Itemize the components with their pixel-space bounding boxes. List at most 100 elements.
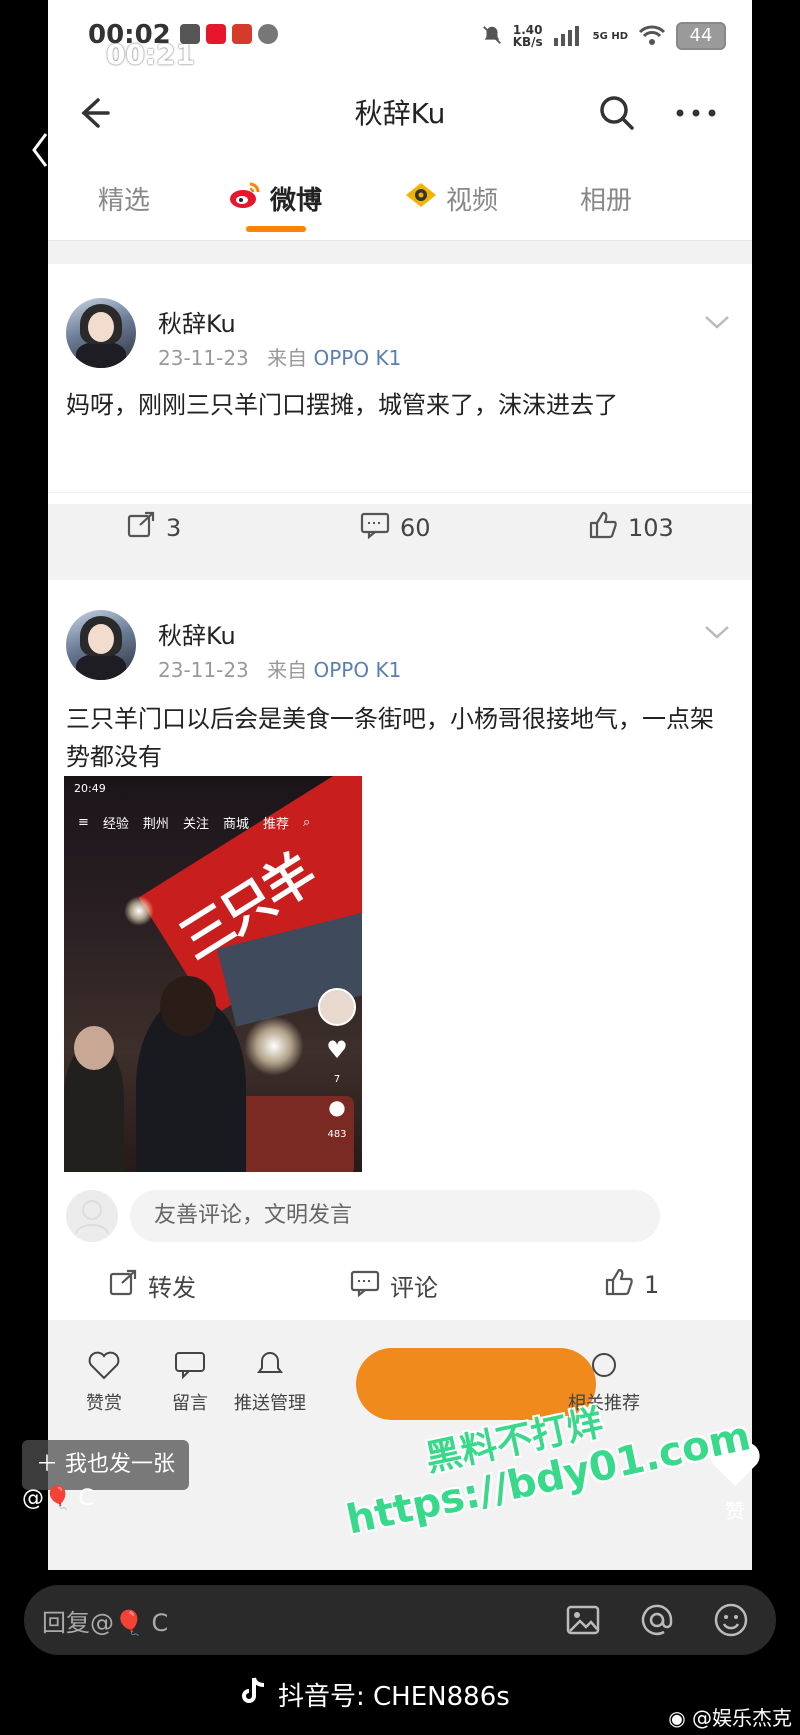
tiktok-id-text: 抖音号: CHEN886s xyxy=(278,1682,510,1712)
emoji-icon[interactable] xyxy=(712,1601,750,1639)
search-icon[interactable] xyxy=(592,88,642,138)
image-icon[interactable] xyxy=(564,1601,602,1639)
owl-icon xyxy=(258,24,278,44)
weibo-logo-icon xyxy=(228,180,262,217)
post-card[interactable]: 秋辞Ku 23-11-23 来自 OPPO K1 三只羊门口以后会是美食一条街吧… xyxy=(48,580,752,1320)
avatar[interactable] xyxy=(66,610,136,680)
weibo-logo-icon: ◉ xyxy=(668,1706,686,1730)
post-date: 23-11-23 xyxy=(158,658,249,682)
video-like-count: 7 xyxy=(333,1074,341,1085)
message-button[interactable]: 留言 xyxy=(172,1350,208,1415)
heart-icon: ♥ xyxy=(326,1036,348,1064)
video-side-actions: ♥ 7 ● 483 xyxy=(318,988,356,1140)
video-tab-icon xyxy=(404,180,438,217)
reply-bar: 回复@🎈 C xyxy=(24,1585,776,1655)
post-text: 三只羊门口以后会是美食一条街吧，小杨哥很接地气，一点架势都没有 xyxy=(66,705,714,771)
reward-label: 赞赏 xyxy=(86,1393,122,1414)
avatar[interactable] xyxy=(66,298,136,368)
thumbs-up-icon xyxy=(588,511,618,545)
post-username[interactable]: 秋辞Ku xyxy=(158,304,236,339)
comment-input[interactable]: 友善评论，文明发言 xyxy=(130,1190,660,1242)
comment-button[interactable]: 评论 xyxy=(350,1268,438,1303)
weibo-notification-icon xyxy=(206,24,226,44)
video-thumbnail[interactable]: 20:49 三只羊 ≡ 经验 荆州 关注 商城 推荐 ⌕ ♥ 7 ● 483 xyxy=(64,776,362,1172)
post-from-label: 来自 xyxy=(267,658,308,682)
message-label: 留言 xyxy=(172,1393,208,1414)
video-nav-item: 经验 xyxy=(102,816,129,832)
post-source[interactable]: OPPO K1 xyxy=(314,346,402,370)
like-count: 1 xyxy=(644,1271,660,1299)
bell-icon xyxy=(253,1350,287,1385)
repost-button[interactable]: 3 xyxy=(126,511,181,545)
repost-label: 转发 xyxy=(148,1274,196,1302)
video-app-nav: ≡ 经验 荆州 关注 商城 推荐 ⌕ xyxy=(64,808,362,836)
shop-light xyxy=(244,1016,304,1076)
post-date: 23-11-23 xyxy=(158,346,249,370)
repost-icon xyxy=(108,1269,138,1303)
tiktok-logo-icon xyxy=(240,1676,268,1713)
menu-icon: ≡ xyxy=(78,814,89,830)
avatar xyxy=(66,1190,118,1242)
video-creator-avatar xyxy=(318,988,356,1026)
post-photo-button[interactable]: ＋ 我也发一张 xyxy=(22,1440,190,1490)
tab-weibo-label: 微博 xyxy=(270,186,323,216)
push-settings-button[interactable]: 推送管理 xyxy=(234,1350,306,1415)
tab-album[interactable]: 相册 xyxy=(580,180,632,217)
comment-composer: 友善评论，文明发言 xyxy=(48,1180,752,1250)
chevron-down-icon[interactable] xyxy=(702,312,732,332)
push-settings-label: 推送管理 xyxy=(234,1393,306,1414)
status-bar: 00:02 1.40 KB/s 5G HD 44 00:21 xyxy=(48,0,752,71)
signal-icon xyxy=(553,24,583,49)
thumbs-up-icon xyxy=(604,1268,634,1302)
comment-button[interactable]: 60 xyxy=(360,511,431,545)
tab-featured-label: 精选 xyxy=(98,186,151,216)
wifi-icon xyxy=(638,24,666,49)
post-actions: 转发 评论 1 xyxy=(48,1250,752,1320)
mute-icon xyxy=(481,24,503,49)
repost-count: 3 xyxy=(166,514,182,542)
reply-input[interactable]: 回复@🎈 C xyxy=(42,1603,168,1638)
comment-count: 60 xyxy=(400,514,431,542)
video-time: 20:49 xyxy=(74,782,106,795)
red-packet-icon xyxy=(232,24,252,44)
more-options-icon[interactable] xyxy=(666,88,726,138)
message-icon xyxy=(173,1350,207,1385)
post-username[interactable]: 秋辞Ku xyxy=(158,616,236,651)
weibo-source-text: @娱乐杰克 xyxy=(692,1706,792,1730)
post-source[interactable]: OPPO K1 xyxy=(314,658,402,682)
repost-button[interactable]: 转发 xyxy=(108,1268,196,1303)
tab-video[interactable]: 视频 xyxy=(404,180,498,217)
post-text: 妈呀，刚刚三只羊门口摆摊，城管来了，沫沫进去了 xyxy=(66,391,618,419)
tiktok-id-watermark: 抖音号: CHEN886s xyxy=(240,1676,510,1713)
net-speed-unit: KB/s xyxy=(512,35,543,49)
post-card[interactable]: 秋辞Ku 23-11-23 来自 OPPO K1 妈呀，刚刚三只羊门口摆摊，城管… xyxy=(48,264,752,542)
reply-target-label: @🎈 C xyxy=(22,1486,94,1511)
post-from-label: 来自 xyxy=(267,346,308,370)
battery-indicator: 44 xyxy=(676,22,726,50)
video-nav-item: 商城 xyxy=(222,816,249,832)
weibo-screen: 00:02 1.40 KB/s 5G HD 44 00:21 秋辞Ku 精选 微… xyxy=(48,0,752,1570)
network-label: 5G HD xyxy=(592,30,628,42)
video-nav-item: 推荐 xyxy=(262,816,289,832)
net-speed: 1.40 KB/s xyxy=(513,24,543,48)
street-light xyxy=(124,896,154,926)
search-icon: ⌕ xyxy=(302,814,311,830)
edge-back-chevron-icon[interactable] xyxy=(30,130,50,170)
like-button[interactable]: 103 xyxy=(588,511,674,545)
overlay-status-time: 00:21 xyxy=(106,38,196,71)
tab-weibo[interactable]: 微博 xyxy=(228,180,322,217)
comment-label: 评论 xyxy=(390,1274,438,1302)
tab-featured[interactable]: 精选 xyxy=(98,180,150,217)
tab-album-label: 相册 xyxy=(580,186,633,216)
like-count: 103 xyxy=(628,514,674,542)
mention-icon[interactable] xyxy=(638,1601,676,1639)
chevron-down-icon[interactable] xyxy=(702,622,732,642)
reward-button[interactable]: 赞赏 xyxy=(86,1350,122,1415)
comment-bubble-icon: ● xyxy=(328,1095,346,1119)
active-tab-indicator xyxy=(246,226,306,232)
tab-video-label: 视频 xyxy=(446,186,499,216)
post-meta: 23-11-23 来自 OPPO K1 xyxy=(158,654,401,683)
profile-header: 秋辞Ku xyxy=(48,70,752,160)
comment-icon xyxy=(350,1269,380,1303)
like-button[interactable]: 1 xyxy=(604,1268,659,1302)
